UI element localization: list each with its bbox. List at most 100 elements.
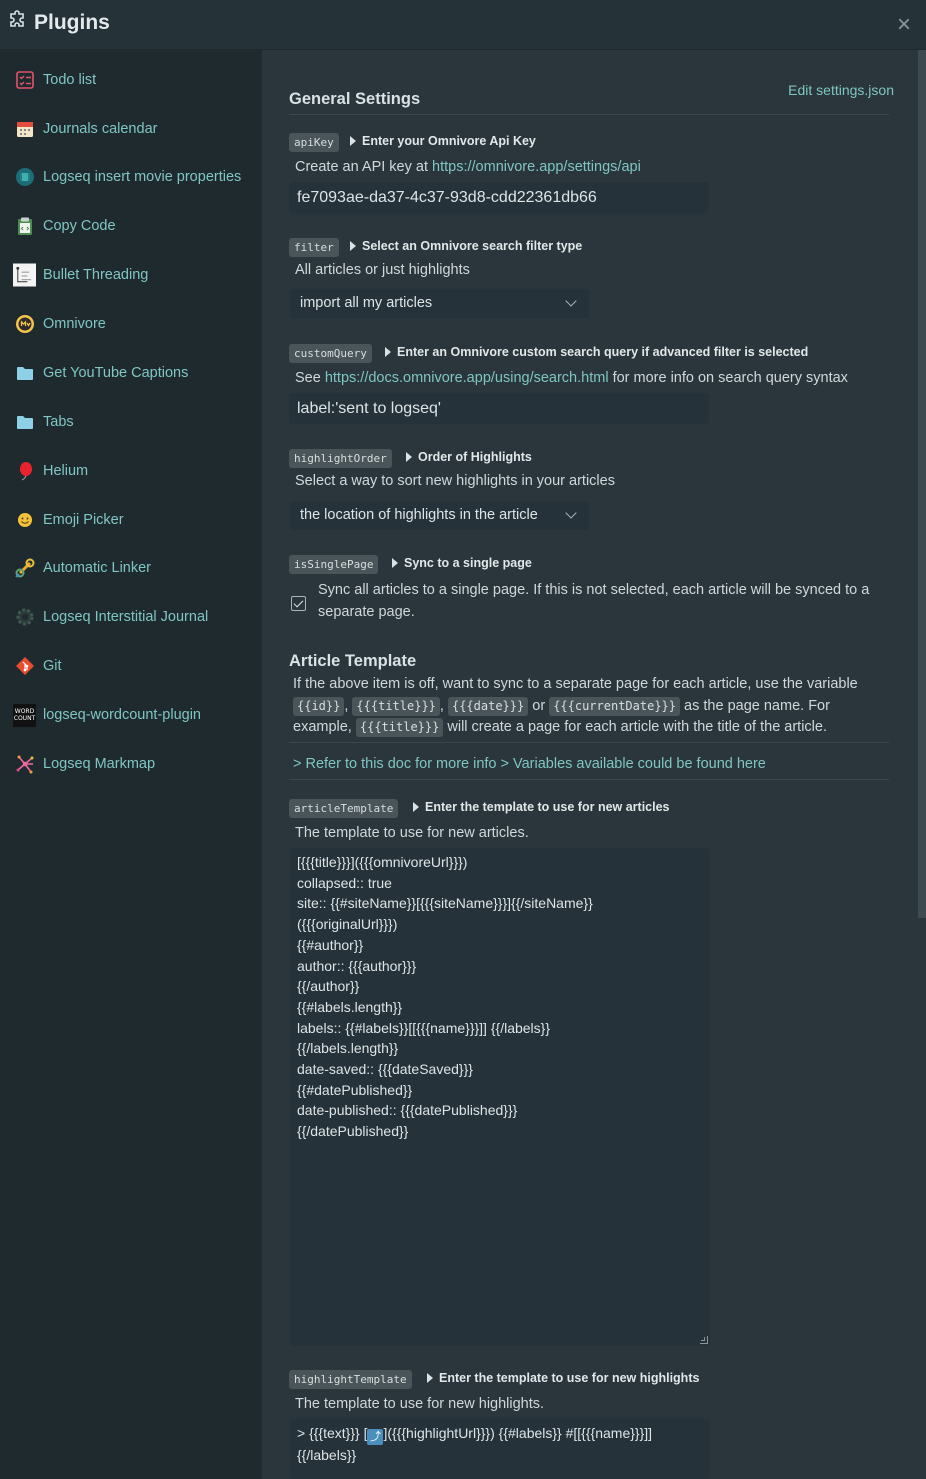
resize-handle-icon[interactable]: [700, 1336, 708, 1344]
caret-right-icon: [385, 347, 391, 357]
code-variable: {{{date}}}: [447, 696, 529, 716]
sidebar-item-emoji-picker[interactable]: Emoji Picker: [13, 506, 253, 534]
close-icon[interactable]: ×: [894, 13, 914, 37]
git-icon: [13, 655, 36, 678]
setting-desc-apikey: Create an API key at https://omnivore.ap…: [295, 159, 641, 175]
setting-key-highlightorder: highlightOrder: [289, 449, 392, 468]
search-docs-link[interactable]: https://docs.omnivore.app/using/search.h…: [325, 370, 609, 386]
desc-text: as the page name. For: [684, 697, 830, 714]
template-line: date-saved:: {{{dateSaved}}}: [297, 1061, 473, 1078]
setting-key-articletemplate: articleTemplate: [289, 799, 399, 818]
highlightorder-select-value: the location of highlights in the articl…: [300, 507, 538, 523]
edit-settings-json-link[interactable]: Edit settings.json: [788, 82, 894, 98]
setting-key-issinglepage: isSinglePage: [289, 555, 379, 574]
setting-title-articletemplate[interactable]: Enter the template to use for new articl…: [413, 800, 670, 814]
caret-right-icon: [392, 558, 398, 568]
wordcount-icon: WORD COUNT: [13, 703, 36, 727]
desc-suffix: for more info on search query syntax: [608, 370, 848, 386]
sidebar-item-label: Logseq insert movie properties: [43, 169, 242, 185]
divider: [289, 114, 889, 115]
code-variable: {{{title}}}: [355, 718, 444, 737]
sidebar-item-movie-properties[interactable]: Logseq insert movie properties: [13, 163, 253, 191]
sidebar-item-label: Logseq Interstitial Journal: [43, 609, 209, 625]
general-settings-title: General Settings: [289, 90, 421, 108]
setting-title-issinglepage[interactable]: Sync to a single page: [392, 556, 532, 570]
template-line: > {{{text}}} [⤴]({{{highlightUrl}}}) {{#…: [297, 1423, 703, 1445]
template-line: [{{{title}}}]({{{omnivoreUrl}}}): [297, 854, 468, 870]
sidebar-item-bullet-threading[interactable]: Bullet Threading: [13, 261, 253, 289]
scrollbar-thumb[interactable]: [918, 50, 926, 918]
customquery-input[interactable]: label:'sent to logseq': [289, 393, 709, 424]
template-line: date-published:: {{{datePublished}}}: [297, 1102, 518, 1119]
filter-select[interactable]: import all my articles: [290, 289, 589, 318]
folder-icon: [13, 411, 36, 434]
plugin-sidebar: Todo list Journals calendar Logseq inser…: [0, 50, 262, 1479]
variables-doc-link[interactable]: > Refer to this doc for more info > Vari…: [293, 756, 766, 772]
setting-key-highlighttemplate: highlightTemplate: [289, 1370, 412, 1389]
sidebar-item-automatic-linker[interactable]: Automatic Linker: [13, 554, 253, 582]
clipboard-icon: [13, 215, 36, 238]
setting-title-customquery[interactable]: Enter an Omnivore custom search query if…: [385, 345, 808, 359]
setting-title-apikey[interactable]: Enter your Omnivore Api Key: [350, 134, 536, 148]
code-variable: {{{title}}}: [352, 696, 440, 716]
movie-icon: [13, 166, 36, 189]
sidebar-item-label: Copy Code: [43, 218, 116, 234]
sidebar-item-label: Omnivore: [43, 316, 106, 332]
header-title-wrap: Plugins: [8, 10, 110, 35]
caret-right-icon: [350, 241, 356, 251]
sidebar-item-markmap[interactable]: Logseq Markmap: [13, 750, 253, 778]
template-line: {{/labels.length}}: [297, 1040, 399, 1057]
arrow-up-right-icon: ⤴: [367, 1429, 384, 1445]
template-text: ]({{{highlightUrl}}}) {{#labels}} #[[{{{…: [383, 1425, 653, 1441]
highlighttemplate-textarea[interactable]: > {{{text}}} [⤴]({{{highlightUrl}}}) {{#…: [290, 1419, 710, 1479]
gear-icon: [13, 606, 36, 629]
template-line: {{/labels}}: [297, 1447, 357, 1463]
articletemplate-textarea[interactable]: [{{{title}}}]({{{omnivoreUrl}}}) collaps…: [290, 848, 710, 1346]
setting-title-highlightorder[interactable]: Order of Highlights: [406, 450, 532, 464]
linker-icon: [13, 557, 36, 580]
setting-desc-highlighttemplate: The template to use for new highlights.: [295, 1396, 545, 1412]
single-page-checkbox[interactable]: [291, 596, 306, 611]
sidebar-item-get-youtube-captions[interactable]: Get YouTube Captions: [13, 359, 253, 387]
sidebar-item-tabs[interactable]: Tabs: [13, 408, 253, 436]
sidebar-item-label: Logseq Markmap: [43, 756, 156, 772]
divider: [289, 742, 889, 743]
sidebar-item-todo-list[interactable]: Todo list: [13, 66, 253, 94]
desc-text: example,: [293, 719, 352, 735]
omnivore-icon: [13, 313, 36, 336]
code-variable: {{id}}: [293, 696, 345, 716]
sidebar-item-label: logseq-wordcount-plugin: [43, 707, 201, 723]
setting-title-text: Enter your Omnivore Api Key: [362, 134, 536, 148]
apikey-input[interactable]: fe7093ae-da37-4c37-93d8-cdd22361db66: [289, 182, 709, 213]
template-line: {{/author}}: [297, 978, 360, 995]
template-line: {{#labels.length}}: [297, 998, 403, 1015]
setting-title-text: Enter the template to use for new articl…: [425, 800, 670, 814]
sidebar-item-label: Get YouTube Captions: [43, 365, 189, 381]
sidebar-item-interstitial-journal[interactable]: Logseq Interstitial Journal: [13, 603, 253, 631]
chevron-down-icon: [565, 507, 577, 519]
caret-right-icon: [427, 1373, 433, 1383]
sidebar-item-wordcount[interactable]: WORD COUNT logseq-wordcount-plugin: [13, 701, 253, 729]
sidebar-item-git[interactable]: Git: [13, 652, 253, 680]
setting-title-filter[interactable]: Select an Omnivore search filter type: [350, 239, 582, 253]
calendar-icon: [13, 118, 36, 141]
template-line: {{/datePublished}}: [297, 1123, 409, 1140]
desc-text: will create a page for each article with…: [447, 719, 827, 735]
sidebar-item-journals-calendar[interactable]: Journals calendar: [13, 115, 253, 143]
article-template-description: If the above item is off, want to sync t…: [293, 676, 858, 737]
template-line: labels:: {{#labels}}[[{{{name}}}]] {{/la…: [297, 1019, 551, 1036]
sidebar-item-omnivore[interactable]: Omnivore: [13, 310, 253, 338]
sidebar-item-copy-code[interactable]: Copy Code: [13, 212, 253, 240]
code-variable: {{{currentDate}}}: [549, 696, 681, 716]
setting-key-apikey: apiKey: [289, 133, 339, 152]
desc-prefix: See: [295, 370, 325, 386]
desc-text: or: [532, 697, 546, 714]
balloon-icon: [13, 460, 36, 483]
sidebar-item-label: Helium: [43, 463, 89, 479]
highlightorder-select[interactable]: the location of highlights in the articl…: [290, 501, 589, 530]
setting-key-filter: filter: [289, 238, 339, 257]
setting-title-highlighttemplate[interactable]: Enter the template to use for new highli…: [427, 1371, 699, 1385]
omnivore-api-link[interactable]: https://omnivore.app/settings/api: [432, 159, 641, 175]
sidebar-item-helium[interactable]: Helium: [13, 457, 253, 485]
setting-desc-filter: All articles or just highlights: [295, 262, 470, 278]
